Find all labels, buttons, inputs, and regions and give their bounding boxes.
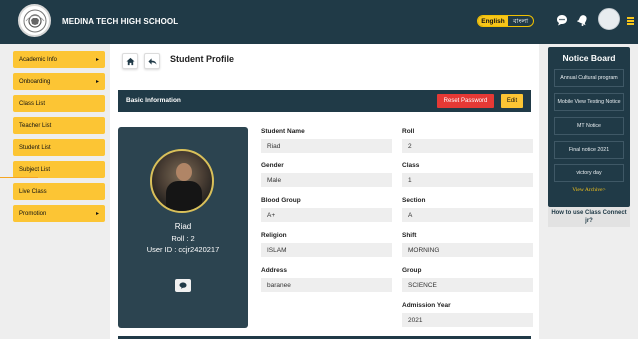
sidebar-item-label: Onboarding [19,78,51,85]
main-content: Student Profile Basic Information Reset … [110,44,539,339]
page-title: Student Profile [170,54,235,64]
field-gender: Gender Male [261,162,392,187]
bell-icon[interactable] [576,14,588,30]
field-value: 1 [402,173,533,187]
sidebar-item-onboarding[interactable]: Onboarding ▸ [13,73,105,90]
chat-icon [179,282,187,289]
school-name: MEDINA TECH HIGH SCHOOL [62,17,179,26]
field-label: Blood Group [261,197,301,204]
sidebar-item-class-list[interactable]: Class List [13,95,105,112]
caret-right-icon: ▸ [95,211,99,217]
field-value: Riad [261,139,392,153]
field-label: Admission Year [402,302,451,309]
field-label: Gender [261,162,284,169]
field-value: 2 [402,139,533,153]
field-label: Section [402,197,426,204]
sidebar-item-label: Promotion [19,210,47,217]
caret-right-icon: ▸ [95,79,99,85]
reset-password-button[interactable]: Reset Password [437,94,494,108]
notice-item[interactable]: Annual Cultural program [554,69,624,87]
caret-right-icon: ▸ [95,57,99,63]
field-shift: Shift MORNING [402,232,533,257]
field-value: SCIENCE [402,278,533,292]
field-section: Section A [402,197,533,222]
sidebar-item-label: Teacher List [19,122,52,129]
student-roll-display: Roll : 2 [171,234,195,243]
how-to-link[interactable]: How to use Class Connect jr? [548,207,630,227]
notice-item[interactable]: Mobile View Testing Notice [554,93,624,111]
notice-item[interactable]: MT Notice [554,117,624,135]
sidebar-item-label: Class List [19,100,46,107]
field-student-name: Student Name Riad [261,128,392,153]
field-value: baranee [261,278,392,292]
decorative-line [0,177,38,178]
field-value: MORNING [402,243,533,257]
field-label: Class [402,162,420,169]
back-arrow-icon [147,57,157,65]
field-label: Address [261,267,288,274]
sidebar-item-academic-info[interactable]: Academic Info ▸ [13,51,105,68]
edit-button[interactable]: Edit [501,94,523,108]
chat-icon[interactable] [556,14,568,30]
field-value: A [402,208,533,222]
lang-english-option[interactable]: English [478,16,508,26]
sidebar-item-live-class[interactable]: Live Class [13,183,105,200]
student-userid-display: User ID : ccjr2420217 [146,245,220,254]
field-admission-year: Admission Year 2021 [402,302,533,327]
field-address: Address baranee [261,267,392,292]
back-button[interactable] [144,53,160,69]
field-label: Religion [261,232,287,239]
home-button[interactable] [122,53,138,69]
hamburger-icon[interactable] [627,17,634,26]
field-value: 2021 [402,313,533,327]
lion-logo-icon [23,9,46,32]
sidebar-item-student-list[interactable]: Student List [13,139,105,156]
field-value: ISLAM [261,243,392,257]
field-religion: Religion ISLAM [261,232,392,257]
profile-card: Riad Roll : 2 User ID : ccjr2420217 [118,127,248,328]
sidebar-item-label: Student List [19,144,51,151]
field-group: Group SCIENCE [402,267,533,292]
notice-item[interactable]: Final notice 2021 [554,141,624,159]
field-value: A+ [261,208,392,222]
field-value: Male [261,173,392,187]
field-class: Class 1 [402,162,533,187]
sidebar: Academic Info ▸ Onboarding ▸ Class List … [13,51,105,227]
language-toggle[interactable]: English বাংলা [477,15,534,27]
field-label: Roll [402,128,415,135]
field-label: Group [402,267,422,274]
sidebar-item-label: Academic Info [19,56,58,63]
sidebar-item-label: Subject List [19,166,51,173]
section-title: Basic Information [126,97,181,104]
field-blood-group: Blood Group A+ [261,197,392,222]
notice-board: Notice Board Annual Cultural program Mob… [548,47,630,207]
sidebar-item-subject-list[interactable]: Subject List [13,161,105,178]
student-name-display: Riad [174,222,192,231]
home-icon [125,57,135,65]
notice-board-title: Notice Board [562,53,616,63]
user-avatar[interactable] [598,8,620,30]
student-photo [150,149,214,213]
sidebar-item-teacher-list[interactable]: Teacher List [13,117,105,134]
field-roll: Roll 2 [402,128,533,153]
view-archive-link[interactable]: View Archive> [548,187,630,193]
field-label: Student Name [261,128,305,135]
sidebar-item-promotion[interactable]: Promotion ▸ [13,205,105,222]
top-bar: MEDINA TECH HIGH SCHOOL English বাংলা [0,0,638,44]
message-button[interactable] [175,279,191,292]
sidebar-item-label: Live Class [19,188,47,195]
school-logo[interactable] [18,4,51,37]
basic-information-bar: Basic Information Reset Password Edit [118,90,531,112]
field-label: Shift [402,232,417,239]
lang-bangla-option[interactable]: বাংলা [508,16,533,26]
notice-item[interactable]: victory day [554,164,624,182]
